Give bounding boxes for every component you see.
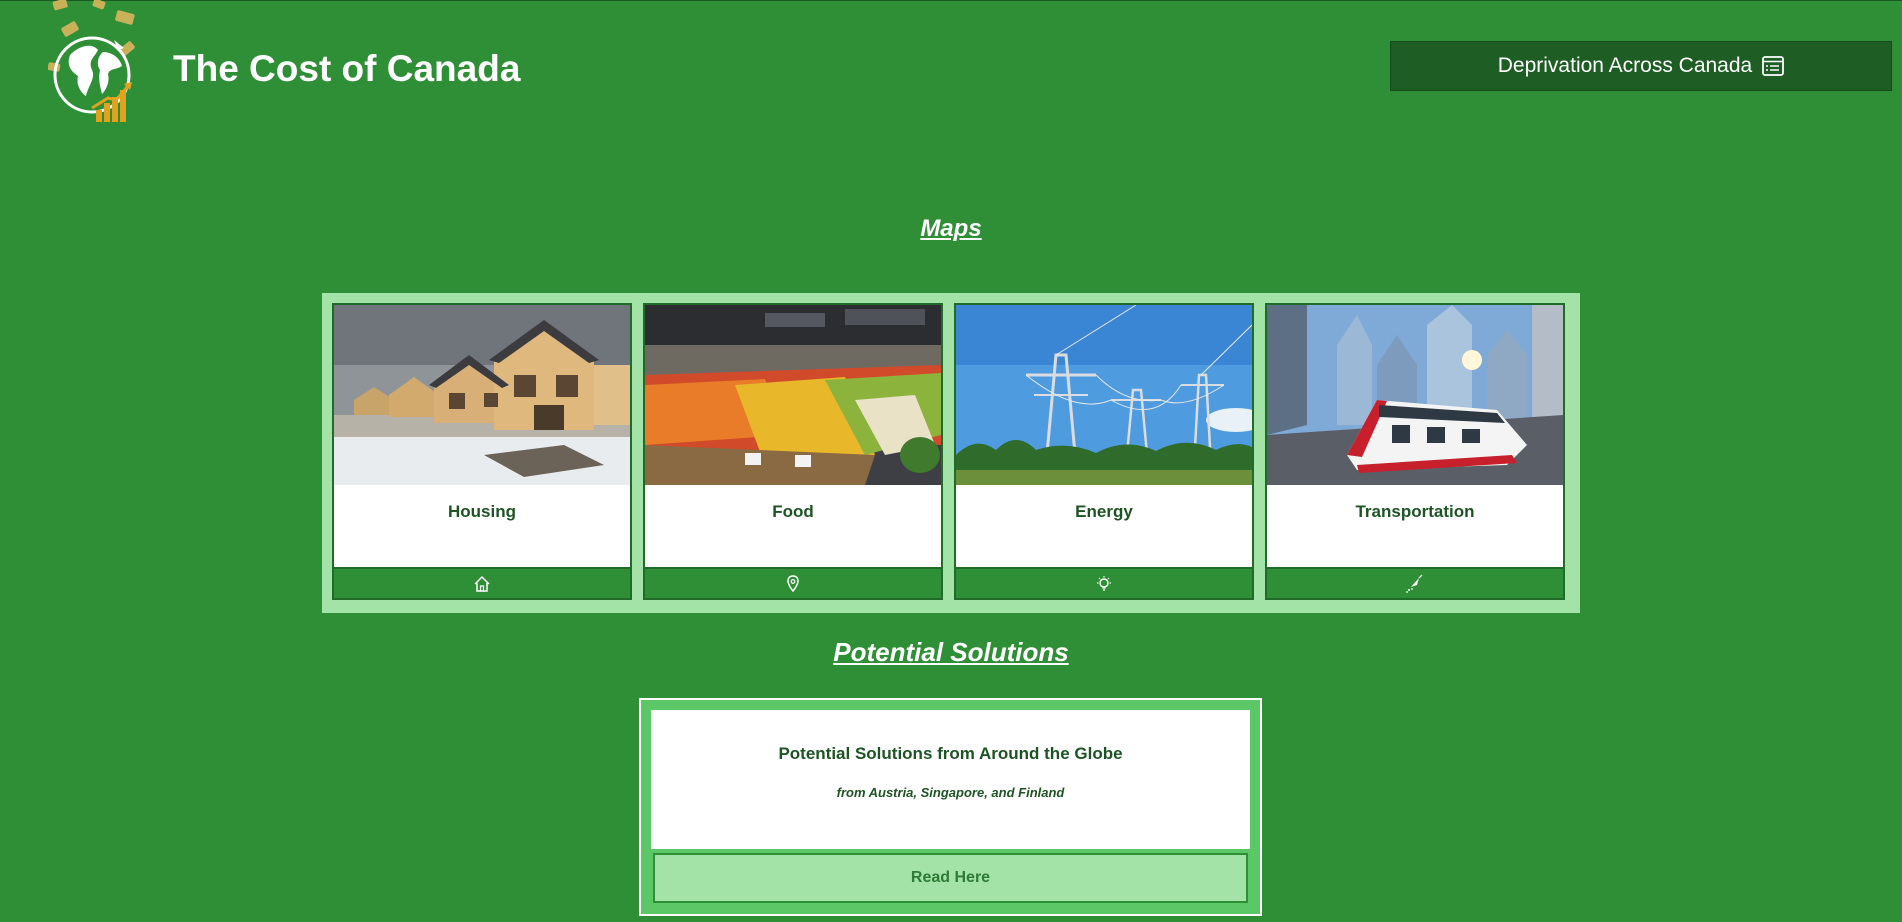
solutions-panel: Potential Solutions from Around the Glob…: [639, 698, 1262, 916]
top-border: [0, 0, 1902, 1]
energy-image: [956, 305, 1252, 485]
card-title: Food: [772, 502, 814, 521]
transportation-image: [1267, 305, 1563, 485]
card-transportation[interactable]: Transportation: [1265, 303, 1565, 600]
housing-image: [334, 305, 630, 485]
maps-heading[interactable]: Maps: [0, 215, 1902, 243]
food-image: [645, 305, 941, 485]
card-footer: [956, 567, 1252, 598]
card-energy[interactable]: Energy: [954, 303, 1254, 600]
card-title: Housing: [448, 502, 516, 521]
card-footer: [645, 567, 941, 598]
site-logo[interactable]: [47, 0, 138, 125]
globe-logo-icon: [47, 0, 135, 122]
nav-button-label: Deprivation Across Canada: [1497, 54, 1753, 77]
list-icon: [1762, 56, 1785, 76]
potential-solutions-heading[interactable]: Potential Solutions: [0, 637, 1902, 668]
lightbulb-icon: [1097, 575, 1111, 591]
card-title: Energy: [1075, 502, 1133, 521]
deprivation-across-canada-button[interactable]: Deprivation Across Canada: [1390, 41, 1892, 91]
site-title[interactable]: The Cost of Canada: [173, 48, 520, 90]
solutions-card-title: Potential Solutions from Around the Glob…: [778, 744, 1123, 763]
card-title: Transportation: [1355, 502, 1475, 521]
card-housing[interactable]: Housing: [332, 303, 632, 600]
solutions-card-subtitle: from Austria, Singapore, and Finland: [836, 785, 1065, 800]
location-pin-icon: [787, 574, 799, 592]
card-footer: [334, 567, 630, 598]
card-footer: [1267, 567, 1563, 598]
transit-icon: [1406, 574, 1423, 593]
home-icon: [474, 575, 490, 592]
solutions-card: Potential Solutions from Around the Glob…: [651, 710, 1250, 849]
read-here-button[interactable]: Read Here: [653, 853, 1248, 903]
card-food[interactable]: Food: [643, 303, 943, 600]
maps-panel: Housing Food Energy Transportation: [322, 293, 1580, 613]
